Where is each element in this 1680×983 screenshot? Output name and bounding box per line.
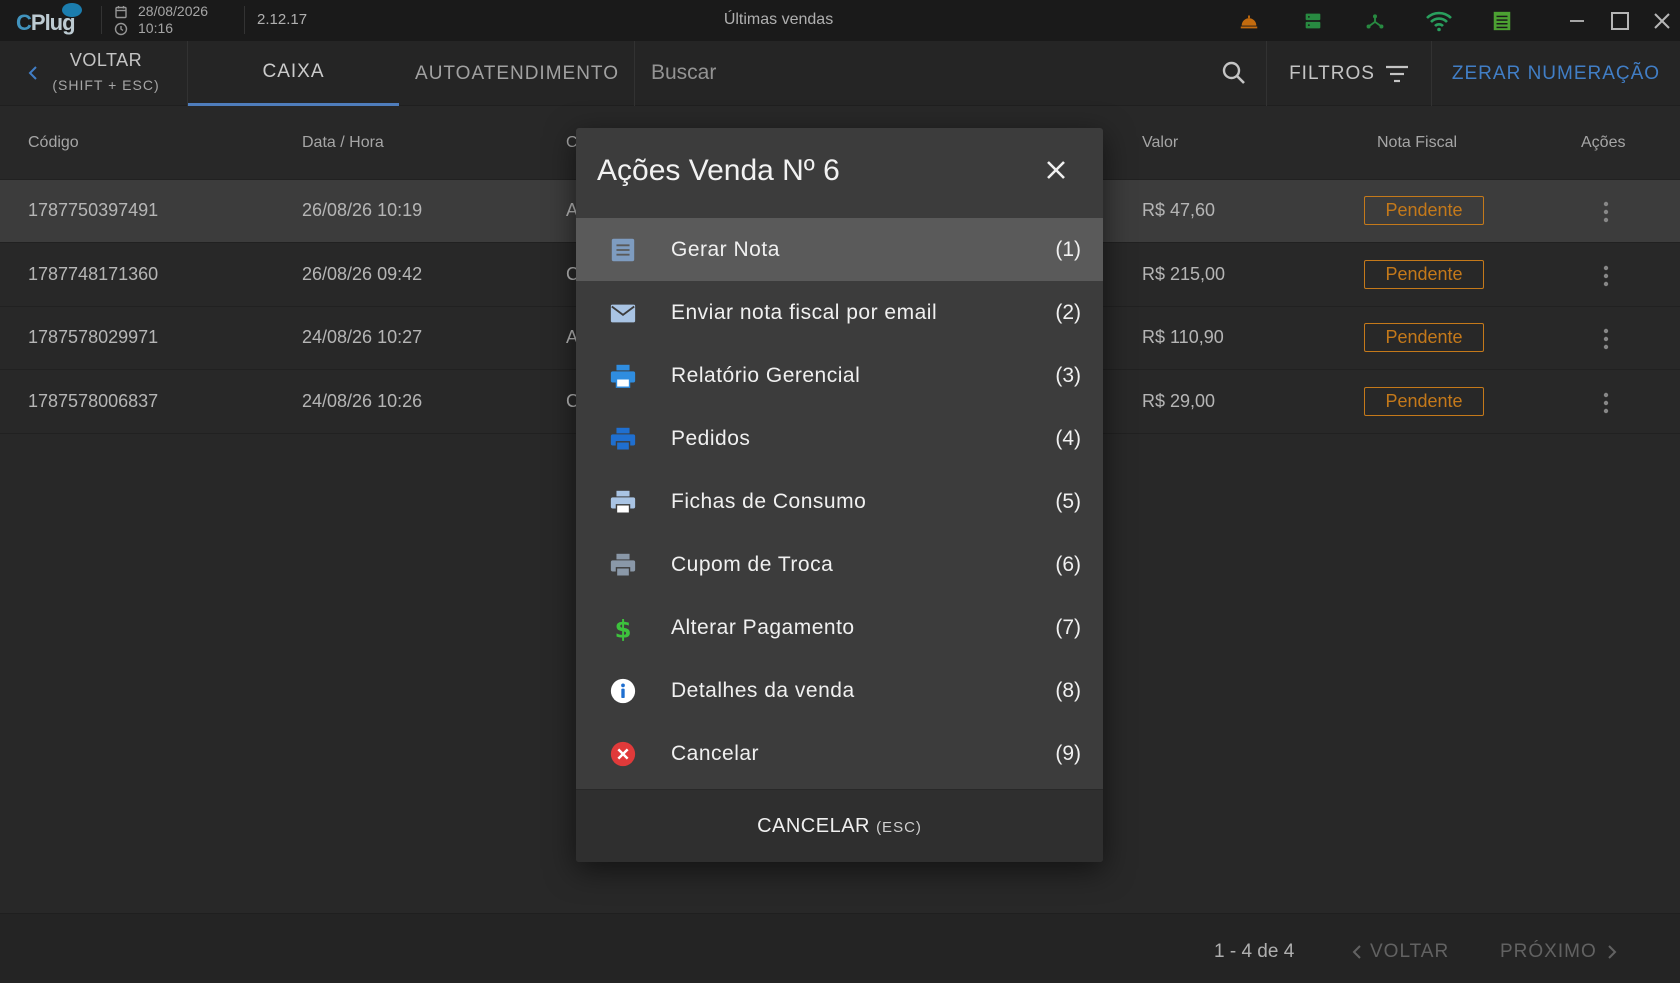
actions-menu: Gerar Nota (1) Enviar nota fiscal por em… [576, 218, 1103, 785]
printer-icon [608, 487, 638, 517]
cancel-icon [608, 739, 638, 769]
dollar-icon: $ [608, 613, 638, 643]
menu-item-shortcut: (7) [1055, 616, 1081, 639]
menu-item-shortcut: (8) [1055, 679, 1081, 702]
menu-item-shortcut: (6) [1055, 553, 1081, 576]
menu-item-gerar-nota[interactable]: Gerar Nota (1) [576, 218, 1103, 281]
printer-icon [608, 550, 638, 580]
info-icon [608, 676, 638, 706]
printer-icon [608, 361, 638, 391]
menu-item-label: Enviar nota fiscal por email [671, 301, 938, 324]
sale-actions-dialog: Ações Venda Nº 6 Gerar Nota (1) Enviar n… [576, 128, 1103, 862]
menu-item-enviar-email[interactable]: Enviar nota fiscal por email (2) [576, 281, 1103, 344]
menu-item-cancelar-venda[interactable]: Cancelar (9) [576, 722, 1103, 785]
menu-item-label: Pedidos [671, 427, 751, 450]
menu-item-cupom-troca[interactable]: Cupom de Troca (6) [576, 533, 1103, 596]
menu-item-shortcut: (2) [1055, 301, 1081, 324]
menu-item-pedidos[interactable]: Pedidos (4) [576, 407, 1103, 470]
menu-item-relatorio-gerencial[interactable]: Relatório Gerencial (3) [576, 344, 1103, 407]
email-icon [608, 298, 638, 328]
menu-item-label: Relatório Gerencial [671, 364, 861, 387]
cancel-button[interactable]: CANCELAR (ESC) [757, 815, 922, 838]
close-icon[interactable] [1044, 158, 1068, 182]
menu-item-detalhes-venda[interactable]: Detalhes da venda (8) [576, 659, 1103, 722]
svg-text:$: $ [615, 614, 632, 642]
menu-item-label: Cupom de Troca [671, 553, 834, 576]
dialog-title: Ações Venda Nº 6 [597, 154, 840, 187]
printer-icon [608, 424, 638, 454]
menu-item-shortcut: (5) [1055, 490, 1081, 513]
dialog-footer: CANCELAR (ESC) [576, 789, 1103, 862]
menu-item-shortcut: (1) [1055, 238, 1081, 261]
menu-item-label: Cancelar [671, 742, 760, 765]
menu-item-shortcut: (4) [1055, 427, 1081, 450]
menu-item-shortcut: (9) [1055, 742, 1081, 765]
menu-item-label: Fichas de Consumo [671, 490, 867, 513]
menu-item-fichas-consumo[interactable]: Fichas de Consumo (5) [576, 470, 1103, 533]
menu-item-label: Gerar Nota [671, 238, 780, 261]
menu-item-label: Alterar Pagamento [671, 616, 855, 639]
document-icon [608, 235, 638, 265]
cancel-label: CANCELAR [757, 814, 870, 837]
menu-item-shortcut: (3) [1055, 364, 1081, 387]
menu-item-alterar-pagamento[interactable]: $ Alterar Pagamento (7) [576, 596, 1103, 659]
menu-item-label: Detalhes da venda [671, 679, 855, 702]
cancel-shortcut: (ESC) [876, 818, 922, 836]
